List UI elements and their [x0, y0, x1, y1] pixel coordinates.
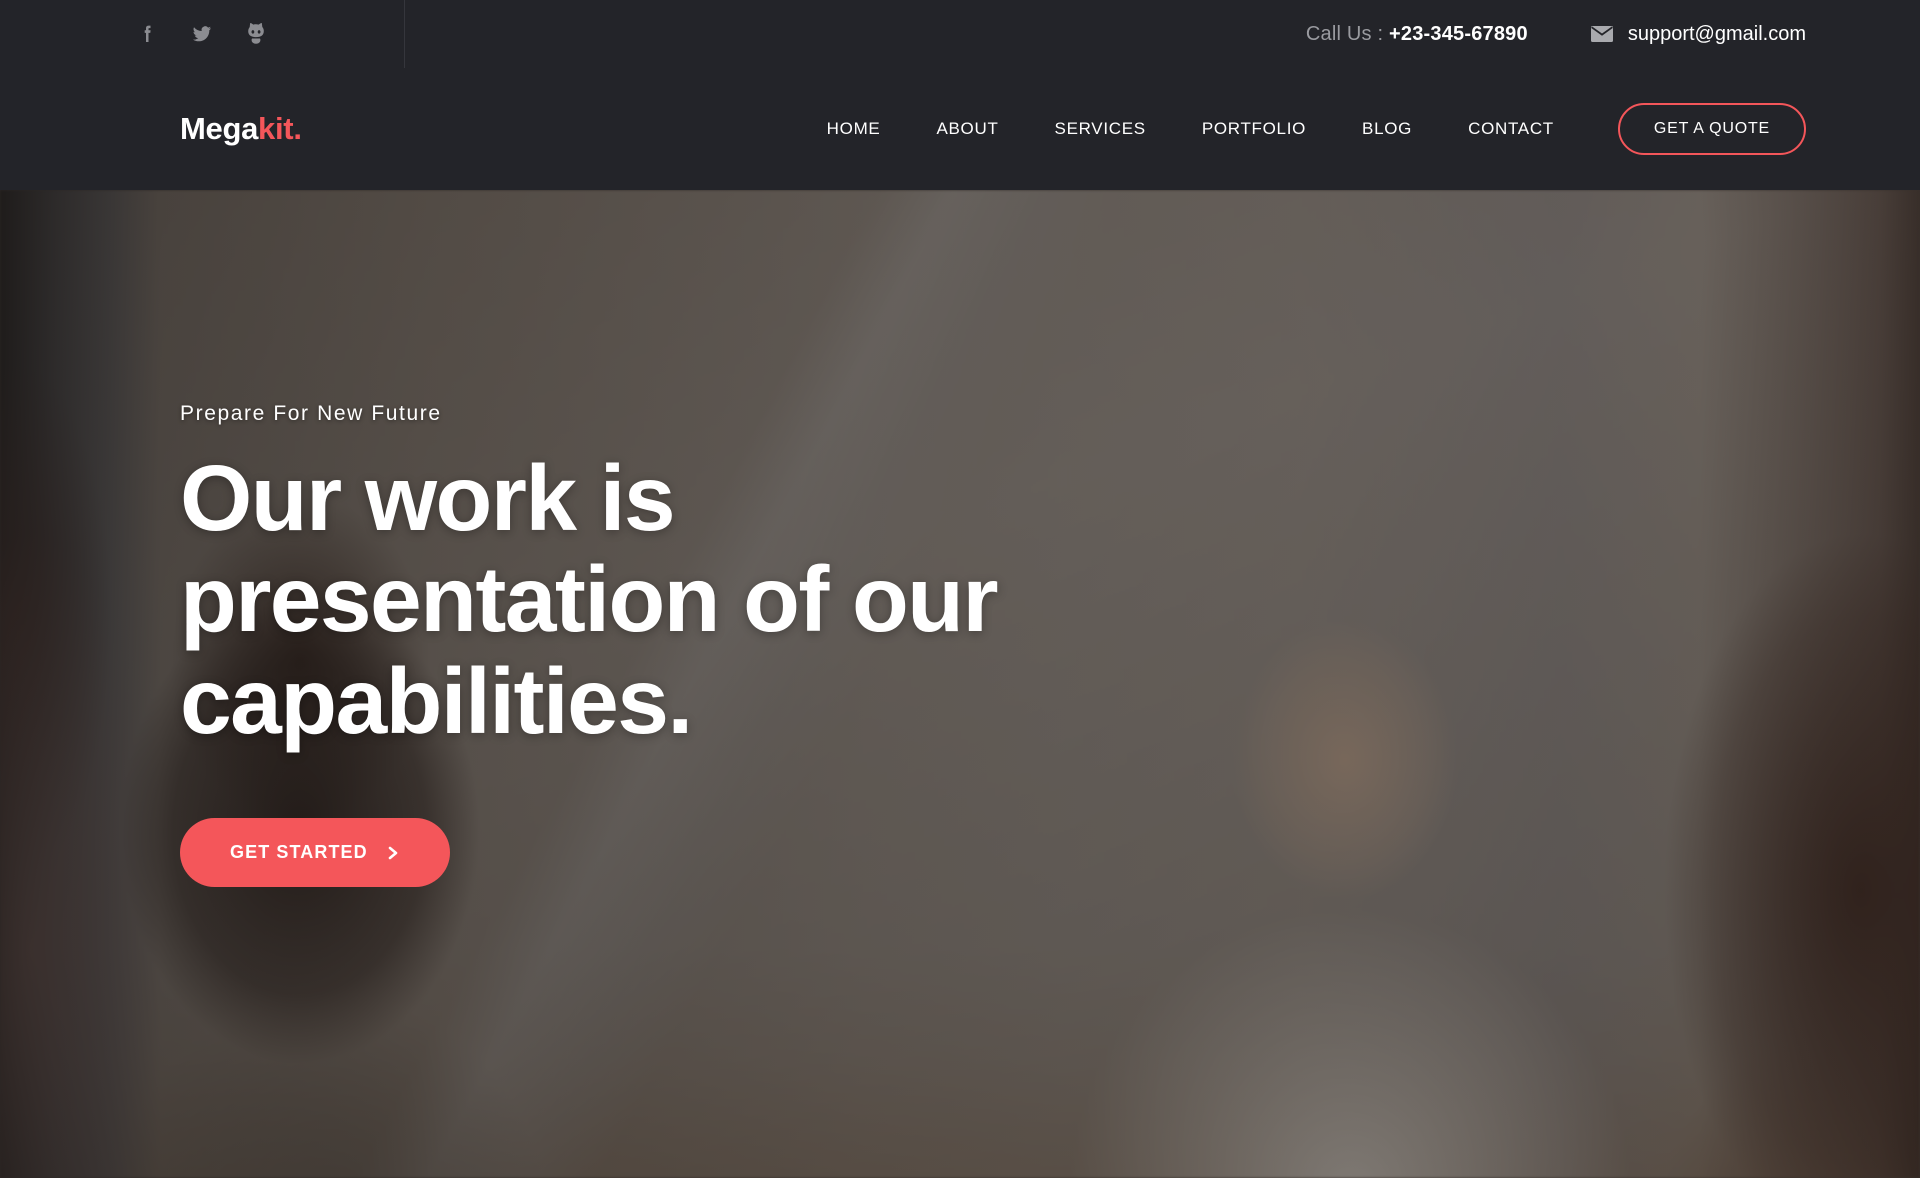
get-a-quote-button[interactable]: GET A QUOTE [1617, 103, 1806, 155]
github-icon[interactable] [243, 21, 269, 47]
hero-title-line-2: presentation of our [180, 547, 999, 652]
hero-section: Prepare For New Future Our work is prese… [0, 190, 1920, 1178]
social-links [0, 0, 405, 68]
chevron-right-icon [386, 845, 400, 861]
get-started-button[interactable]: GET STARTED [180, 818, 450, 888]
email-block[interactable]: support@gmail.com [1590, 23, 1806, 46]
logo-accent: kit. [258, 111, 302, 146]
nav-item-services[interactable]: SERVICES [1027, 119, 1174, 139]
phone-block[interactable]: Call Us : +23-345-67890 [1306, 23, 1528, 46]
nav-item-portfolio[interactable]: PORTFOLIO [1174, 119, 1334, 139]
hero-title-line-1: Our work is [180, 446, 676, 550]
call-us-label: Call Us : [1305, 22, 1389, 45]
main-navigation: HOME ABOUT SERVICES PORTFOLIO BLOG CONTA… [799, 103, 1806, 155]
hero-content: Prepare For New Future Our work is prese… [0, 190, 1920, 888]
top-bar: Call Us : +23-345-67890 support@gmail.co… [0, 0, 1920, 68]
twitter-icon[interactable] [189, 21, 215, 47]
top-bar-contact: Call Us : +23-345-67890 support@gmail.co… [405, 23, 1920, 46]
envelope-icon [1590, 25, 1614, 43]
hero-title-line-3: capabilities. [180, 648, 693, 753]
email-address[interactable]: support@gmail.com [1628, 23, 1806, 46]
nav-item-home[interactable]: HOME [799, 119, 909, 139]
nav-item-contact[interactable]: CONTACT [1440, 119, 1582, 139]
logo-primary: Mega [180, 111, 259, 146]
get-started-label: GET STARTED [230, 842, 368, 863]
logo[interactable]: Megakit. [180, 111, 302, 147]
hero-eyebrow: Prepare For New Future [180, 402, 442, 425]
site-header: Megakit. HOME ABOUT SERVICES PORTFOLIO B… [0, 68, 1920, 190]
nav-item-about[interactable]: ABOUT [908, 119, 1026, 139]
phone-number[interactable]: +23-345-67890 [1389, 23, 1528, 45]
hero-title: Our work is presentation of our capabili… [180, 446, 1180, 753]
facebook-icon[interactable] [135, 21, 161, 47]
nav-item-blog[interactable]: BLOG [1334, 119, 1440, 139]
